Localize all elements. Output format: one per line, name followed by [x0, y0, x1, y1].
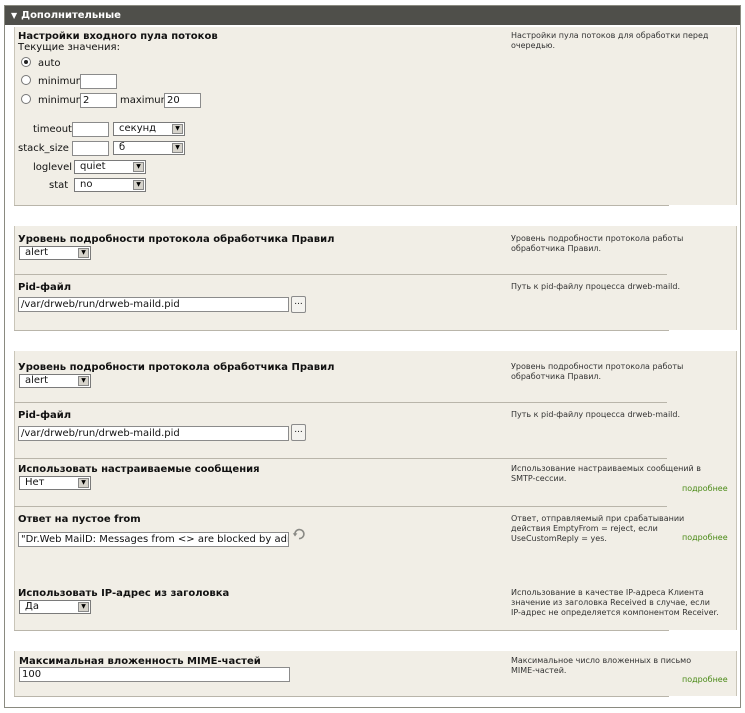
empty-from-title: Ответ на пустое from [18, 514, 141, 525]
pid-file-title-2: Pid-файл [18, 410, 72, 421]
dropdown-arrow-icon: ▼ [78, 376, 89, 386]
radio-min-max[interactable] [21, 94, 31, 104]
ip-from-header-select[interactable]: Да ▼ [19, 600, 91, 614]
radio-minimum-label: minimum [38, 76, 86, 87]
dropdown-arrow-icon: ▼ [172, 143, 183, 153]
mime-depth-more-link[interactable]: подробнее [682, 675, 728, 684]
current-values-label: Текущие значения: [18, 42, 120, 53]
divider [14, 330, 669, 331]
pid-file-browse-button-2[interactable]: ... [291, 424, 306, 441]
radio-minimum[interactable] [21, 75, 31, 85]
ip-from-header-title: Использовать IP-адрес из заголовка [18, 588, 230, 599]
stack-size-unit-value: б [119, 142, 126, 153]
divider [14, 696, 669, 697]
mime-depth-description: Максимальное число вложенных в письмо MI… [511, 656, 692, 675]
ip-from-header-description: Использование в качестве IP-адреса Клиен… [511, 588, 719, 617]
dropdown-arrow-icon: ▼ [172, 124, 183, 134]
pool-title: Настройки входного пула потоков [18, 31, 218, 42]
loglevel-label: loglevel [33, 162, 73, 173]
divider [14, 458, 667, 459]
custom-messages-title: Использовать настраиваемые сообщения [18, 464, 260, 475]
loglevel-select[interactable]: quiet ▼ [74, 160, 146, 174]
stat-label: stat [49, 180, 69, 191]
custom-messages-value: Нет [25, 477, 45, 488]
radio-min-max-label: minimum [38, 95, 86, 106]
min-value-input[interactable]: 2 [80, 93, 117, 108]
pid-file-description: Путь к pid-файлу процесса drweb-maild. [511, 282, 681, 291]
pid-file-description-2: Путь к pid-файлу процесса drweb-maild. [511, 410, 681, 419]
rules-log-level-value-2: alert [25, 375, 49, 386]
custom-messages-description: Использование настраиваемых сообщений в … [511, 464, 701, 483]
section-header[interactable]: ▼ Дополнительные [5, 6, 740, 25]
minimum-input[interactable] [80, 74, 117, 89]
ip-from-header-value: Да [25, 601, 39, 612]
pool-description: Настройки пула потоков для обработки пер… [511, 31, 709, 50]
stack-size-unit-select[interactable]: б ▼ [113, 141, 185, 155]
pid-file-input[interactable]: /var/drweb/run/drweb-maild.pid [18, 297, 289, 312]
divider [14, 630, 669, 631]
timeout-unit-select[interactable]: секунд ▼ [113, 122, 185, 136]
section-title: Дополнительные [21, 10, 121, 21]
rules-log-level-select-2[interactable]: alert ▼ [19, 374, 91, 388]
collapse-triangle-icon[interactable]: ▼ [11, 11, 17, 20]
stack-size-label: stack_size [18, 143, 69, 154]
pid-file-input-2[interactable]: /var/drweb/run/drweb-maild.pid [18, 426, 289, 441]
stat-value: no [80, 179, 93, 190]
divider [14, 274, 667, 275]
rules-log-level-description: Уровень подробности протокола работы обр… [511, 234, 684, 253]
divider [14, 205, 669, 206]
rules-log-level-title: Уровень подробности протокола обработчик… [18, 234, 335, 245]
timeout-unit-value: секунд [119, 123, 157, 134]
custom-messages-select[interactable]: Нет ▼ [19, 476, 91, 490]
timeout-input[interactable] [72, 122, 109, 137]
dropdown-arrow-icon: ▼ [78, 602, 89, 612]
divider [14, 506, 667, 507]
loglevel-value: quiet [80, 161, 106, 172]
pid-file-title: Pid-файл [18, 282, 72, 293]
empty-from-more-link[interactable]: подробнее [682, 533, 728, 542]
stack-size-input[interactable] [72, 141, 109, 156]
rules-log-level-select[interactable]: alert ▼ [19, 246, 91, 260]
dropdown-arrow-icon: ▼ [78, 248, 89, 258]
rules-log-level-value: alert [25, 247, 49, 258]
rules-log-level-description-2: Уровень подробности протокола работы обр… [511, 362, 684, 381]
stat-select[interactable]: no ▼ [74, 178, 146, 192]
timeout-label: timeout [33, 124, 72, 135]
mime-depth-input[interactable]: 100 [19, 667, 290, 682]
rules-log-level-title-2: Уровень подробности протокола обработчик… [18, 362, 335, 373]
custom-messages-more-link[interactable]: подробнее [682, 484, 728, 493]
dropdown-arrow-icon: ▼ [78, 478, 89, 488]
mime-depth-title: Максимальная вложенность MIME-частей [19, 656, 261, 667]
dropdown-arrow-icon: ▼ [133, 162, 144, 172]
divider [14, 402, 667, 403]
radio-auto-label: auto [38, 58, 61, 69]
radio-auto[interactable] [21, 57, 31, 67]
pid-file-browse-button[interactable]: ... [291, 296, 306, 313]
dropdown-arrow-icon: ▼ [133, 180, 144, 190]
empty-from-input[interactable]: "Dr.Web MailD: Messages from <> are bloc… [18, 532, 289, 547]
maximum-label: maximum [120, 95, 171, 106]
max-value-input[interactable]: 20 [164, 93, 201, 108]
reset-default-icon[interactable] [292, 527, 306, 541]
settings-window: ▼ Дополнительные Настройки входного пула … [4, 5, 741, 708]
